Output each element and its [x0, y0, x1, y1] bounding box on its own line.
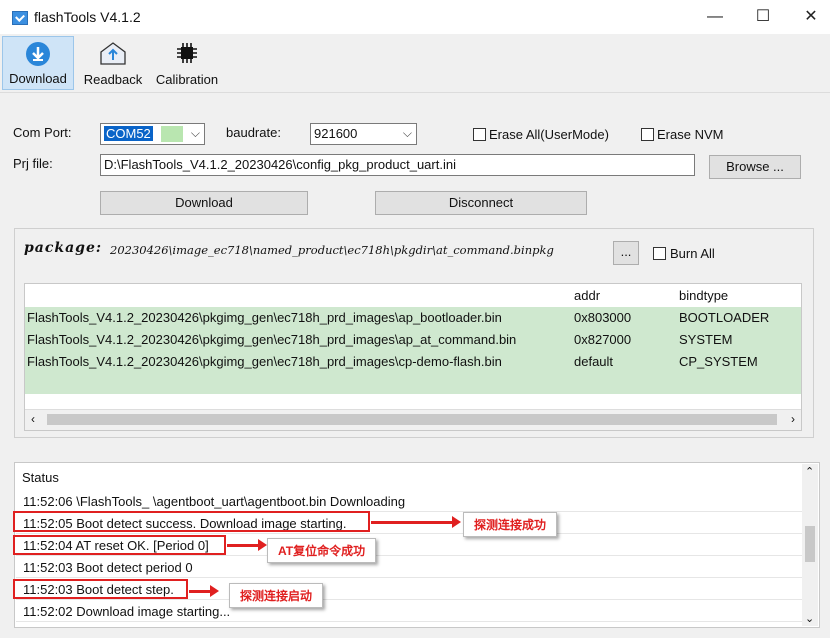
prj-file-value: D:\FlashTools_V4.1.2_20230426\config_pkg…	[104, 157, 456, 172]
download-tab-button[interactable]: Download	[2, 36, 74, 90]
addr-cell: default	[574, 354, 614, 369]
close-button[interactable]: ✕	[796, 6, 826, 28]
addr-cell: 0x803000	[574, 310, 632, 325]
scroll-left-icon[interactable]: ‹	[31, 412, 35, 426]
app-icon	[12, 11, 28, 25]
erase-nvm-checkbox[interactable]	[641, 128, 654, 141]
scroll-right-icon[interactable]: ›	[791, 412, 795, 426]
scrollbar-thumb[interactable]	[47, 414, 777, 425]
erase-all-checkbox[interactable]	[473, 128, 486, 141]
package-browse-button[interactable]: ...	[613, 241, 639, 265]
scroll-up-icon[interactable]: ⌃	[805, 465, 814, 478]
title-bar: flashTools V4.1.2 — ☐ ✕	[0, 0, 830, 34]
image-table: addr bindtype FlashTools_V4.1.2_20230426…	[24, 283, 802, 431]
log-line: 11:52:02 Download image starting...	[16, 600, 804, 622]
table-row[interactable]: FlashTools_V4.1.2_20230426\pkgimg_gen\ec…	[25, 329, 801, 351]
vertical-scrollbar[interactable]: ⌃ ⌄	[802, 464, 818, 626]
com-port-value: COM52	[104, 126, 153, 141]
burn-all-checkbox[interactable]	[653, 247, 666, 260]
readback-tab-button[interactable]: Readback	[80, 36, 146, 90]
table-row[interactable]: FlashTools_V4.1.2_20230426\pkgimg_gen\ec…	[25, 351, 801, 373]
log-line: 11:52:03 Boot detect period 0	[16, 556, 804, 578]
erase-nvm-label: Erase NVM	[657, 127, 724, 142]
column-header-addr: addr	[574, 288, 601, 303]
baudrate-select[interactable]: 921600 ⌵	[310, 123, 417, 145]
calibration-tab-button[interactable]: Calibration	[152, 36, 222, 90]
arrow-icon	[227, 539, 267, 551]
minimize-button[interactable]: —	[700, 6, 730, 28]
table-header: addr bindtype	[25, 284, 801, 306]
window-title: flashTools V4.1.2	[34, 9, 141, 25]
log-line: 11:52:06 \FlashTools_ \agentboot_uart\ag…	[16, 490, 804, 512]
bindtype-cell: SYSTEM	[679, 332, 733, 347]
prj-file-label: Prj file:	[13, 156, 53, 171]
scrollbar-thumb[interactable]	[805, 526, 815, 562]
readback-tab-label: Readback	[83, 72, 143, 87]
arrow-icon	[371, 516, 461, 528]
chevron-down-icon: ⌵	[190, 126, 200, 140]
status-header: Status	[22, 470, 59, 485]
download-tab-label: Download	[9, 71, 67, 86]
bindtype-cell: BOOTLOADER	[679, 310, 770, 325]
annotation-note: 探测连接启动	[229, 583, 324, 608]
com-port-label: Com Port:	[13, 125, 72, 140]
file-cell: FlashTools_V4.1.2_20230426\pkgimg_gen\ec…	[27, 332, 517, 347]
bindtype-cell: CP_SYSTEM	[679, 354, 758, 369]
file-cell: FlashTools_V4.1.2_20230426\pkgimg_gen\ec…	[27, 310, 502, 325]
com-port-select[interactable]: COM52 ⌵	[100, 123, 205, 145]
selection-highlight	[161, 126, 183, 142]
highlight-box	[13, 511, 370, 532]
download-button[interactable]: Download	[100, 191, 308, 215]
package-path: 20230426\image_ec718\named_product\ec718…	[110, 243, 554, 257]
annotation-note: AT复位命令成功	[267, 538, 377, 563]
readback-icon	[98, 40, 128, 69]
erase-all-label: Erase All(UserMode)	[489, 127, 609, 142]
horizontal-scrollbar[interactable]: ‹ ›	[25, 409, 801, 430]
chip-icon	[174, 40, 200, 69]
baudrate-value: 921600	[314, 126, 358, 141]
scroll-down-icon[interactable]: ⌄	[805, 612, 814, 625]
calibration-tab-label: Calibration	[155, 72, 219, 87]
browse-button[interactable]: Browse ...	[709, 155, 801, 179]
chevron-down-icon: ⌵	[402, 126, 412, 140]
table-row[interactable]: FlashTools_V4.1.2_20230426\pkgimg_gen\ec…	[25, 307, 801, 329]
highlight-box	[13, 535, 226, 555]
column-header-bindtype: bindtype	[679, 288, 729, 303]
prj-file-input[interactable]: D:\FlashTools_V4.1.2_20230426\config_pkg…	[100, 154, 695, 176]
file-cell: FlashTools_V4.1.2_20230426\pkgimg_gen\ec…	[27, 354, 502, 369]
annotation-note: 探测连接成功	[463, 512, 558, 537]
disconnect-button[interactable]: Disconnect	[375, 191, 587, 215]
download-icon	[25, 41, 51, 70]
highlight-box	[13, 579, 188, 599]
package-label: package:	[24, 240, 103, 256]
baudrate-label: baudrate:	[226, 125, 281, 140]
burn-all-label: Burn All	[670, 246, 715, 261]
maximize-button[interactable]: ☐	[748, 6, 778, 28]
addr-cell: 0x827000	[574, 332, 632, 347]
arrow-icon	[189, 585, 219, 597]
